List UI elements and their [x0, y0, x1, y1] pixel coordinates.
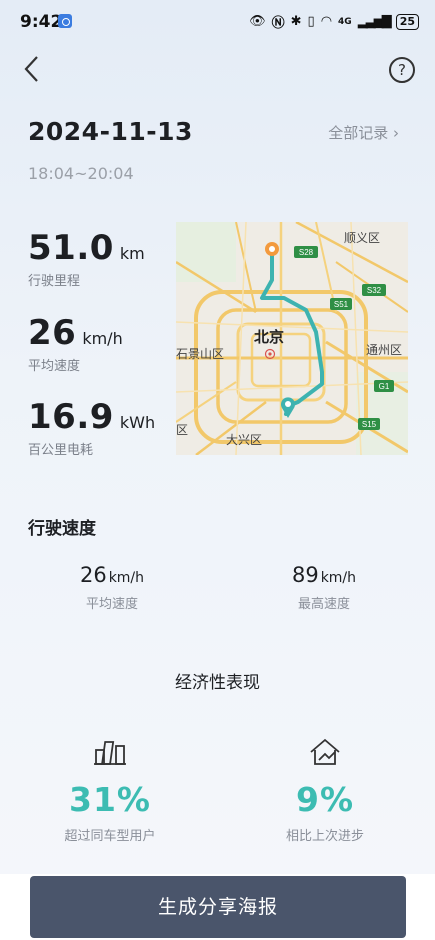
battery-level: 25 — [399, 14, 415, 28]
nfc-icon: Ⓝ — [271, 16, 285, 31]
all-records-link[interactable]: 全部记录 › — [328, 122, 399, 143]
economy-rank-value: 31% — [69, 780, 151, 819]
start-marker-icon — [265, 242, 279, 256]
economy-rank-stat: 31% 超过同车型用户 — [30, 736, 190, 844]
map-district-label: 区 — [176, 423, 188, 437]
highway-label-g1: G1 — [379, 382, 390, 391]
eye-icon: 👁 — [249, 14, 266, 29]
all-records-label: 全部记录 — [328, 124, 389, 142]
status-time: 9:42 — [20, 12, 63, 32]
status-bar: 9:42 👁 Ⓝ ✱ ▯ ◠ 4G ▂▃▅▇ 25 — [0, 0, 435, 44]
metric-avg-speed-value: 26 — [28, 313, 77, 353]
map-city-label: 北京 — [254, 328, 284, 346]
speed-section-title: 行驶速度 — [28, 519, 96, 539]
avg-speed-stat: 26 km/h 平均速度 — [32, 563, 192, 612]
map-district-label: 顺义区 — [344, 231, 380, 245]
generate-poster-button[interactable]: 生成分享海报 — [30, 876, 406, 938]
metric-energy-value: 16.9 — [28, 397, 114, 437]
highway-shield: S51 — [330, 298, 352, 310]
map-district-label: 大兴区 — [226, 433, 262, 447]
metric-distance-label: 行驶里程 — [28, 274, 81, 289]
map-district-label: 石景山区 — [176, 347, 224, 361]
help-button[interactable]: ? — [389, 57, 415, 83]
map-canvas: S28 S51 S32 G1 S15 北京 顺义区 石景山区 通州区 大兴区 区 — [176, 222, 408, 455]
metric-distance: 51.0 km 行驶里程 — [28, 228, 145, 289]
trip-time-range: 18:04~20:04 — [28, 164, 134, 183]
avg-speed-unit: km/h — [108, 570, 145, 586]
back-button[interactable] — [20, 54, 46, 84]
network-type: 4G — [338, 16, 352, 27]
vibrate-icon: ▯ — [307, 14, 315, 29]
max-speed-stat: 89 km/h 最高速度 — [244, 563, 404, 612]
highway-label-s28: S28 — [299, 248, 314, 257]
progress-house-icon — [310, 738, 340, 765]
signal-icon: ▂▃▅▇ — [357, 14, 392, 29]
wifi-icon: ◠ — [320, 14, 333, 29]
economy-rank-label: 超过同车型用户 — [64, 829, 156, 844]
trip-map[interactable]: S28 S51 S32 G1 S15 北京 顺义区 石景山区 通州区 大兴区 区 — [176, 222, 408, 455]
highway-label-s51: S51 — [334, 300, 349, 309]
highway-shield: S32 — [362, 284, 386, 296]
app-notification-icon — [58, 14, 72, 28]
chevron-right-icon: › — [393, 124, 399, 142]
status-icons: 👁 Ⓝ ✱ ▯ ◠ 4G ▂▃▅▇ 25 — [249, 12, 419, 31]
highway-label-s15: S15 — [362, 420, 377, 429]
avg-speed-value: 26 — [79, 563, 107, 587]
economy-progress-value: 9% — [295, 780, 355, 819]
metric-avg-speed-unit: km/h — [82, 329, 123, 348]
metric-energy: 16.9 kWh 百公里电耗 — [28, 397, 155, 458]
question-icon: ? — [398, 61, 406, 79]
battery-icon: 25 — [395, 13, 419, 30]
highway-shield: G1 — [374, 380, 394, 392]
avg-speed-label: 平均速度 — [85, 597, 138, 612]
max-speed-unit: km/h — [320, 570, 357, 586]
map-district-label: 通州区 — [366, 343, 402, 357]
metric-distance-unit: km — [119, 244, 145, 263]
economy-progress-stat: 9% 相比上次进步 — [245, 736, 405, 844]
economy-section-title: 经济性表现 — [175, 673, 260, 693]
bluetooth-icon: ✱ — [290, 14, 302, 29]
chevron-left-icon — [24, 56, 38, 82]
highway-shield: S15 — [358, 418, 380, 430]
metric-avg-speed-label: 平均速度 — [28, 359, 81, 374]
economy-progress-label: 相比上次进步 — [285, 829, 364, 844]
bar-chart-icon — [94, 741, 126, 765]
highway-shield: S28 — [294, 246, 318, 258]
highway-label-s32: S32 — [367, 286, 382, 295]
max-speed-value: 89 — [291, 563, 319, 587]
metric-avg-speed: 26 km/h 平均速度 — [28, 313, 123, 374]
trip-date: 2024-11-13 — [28, 117, 193, 146]
metric-distance-value: 51.0 — [28, 228, 114, 268]
metric-energy-label: 百公里电耗 — [28, 443, 94, 458]
max-speed-label: 最高速度 — [297, 597, 350, 612]
metric-energy-unit: kWh — [119, 413, 156, 432]
